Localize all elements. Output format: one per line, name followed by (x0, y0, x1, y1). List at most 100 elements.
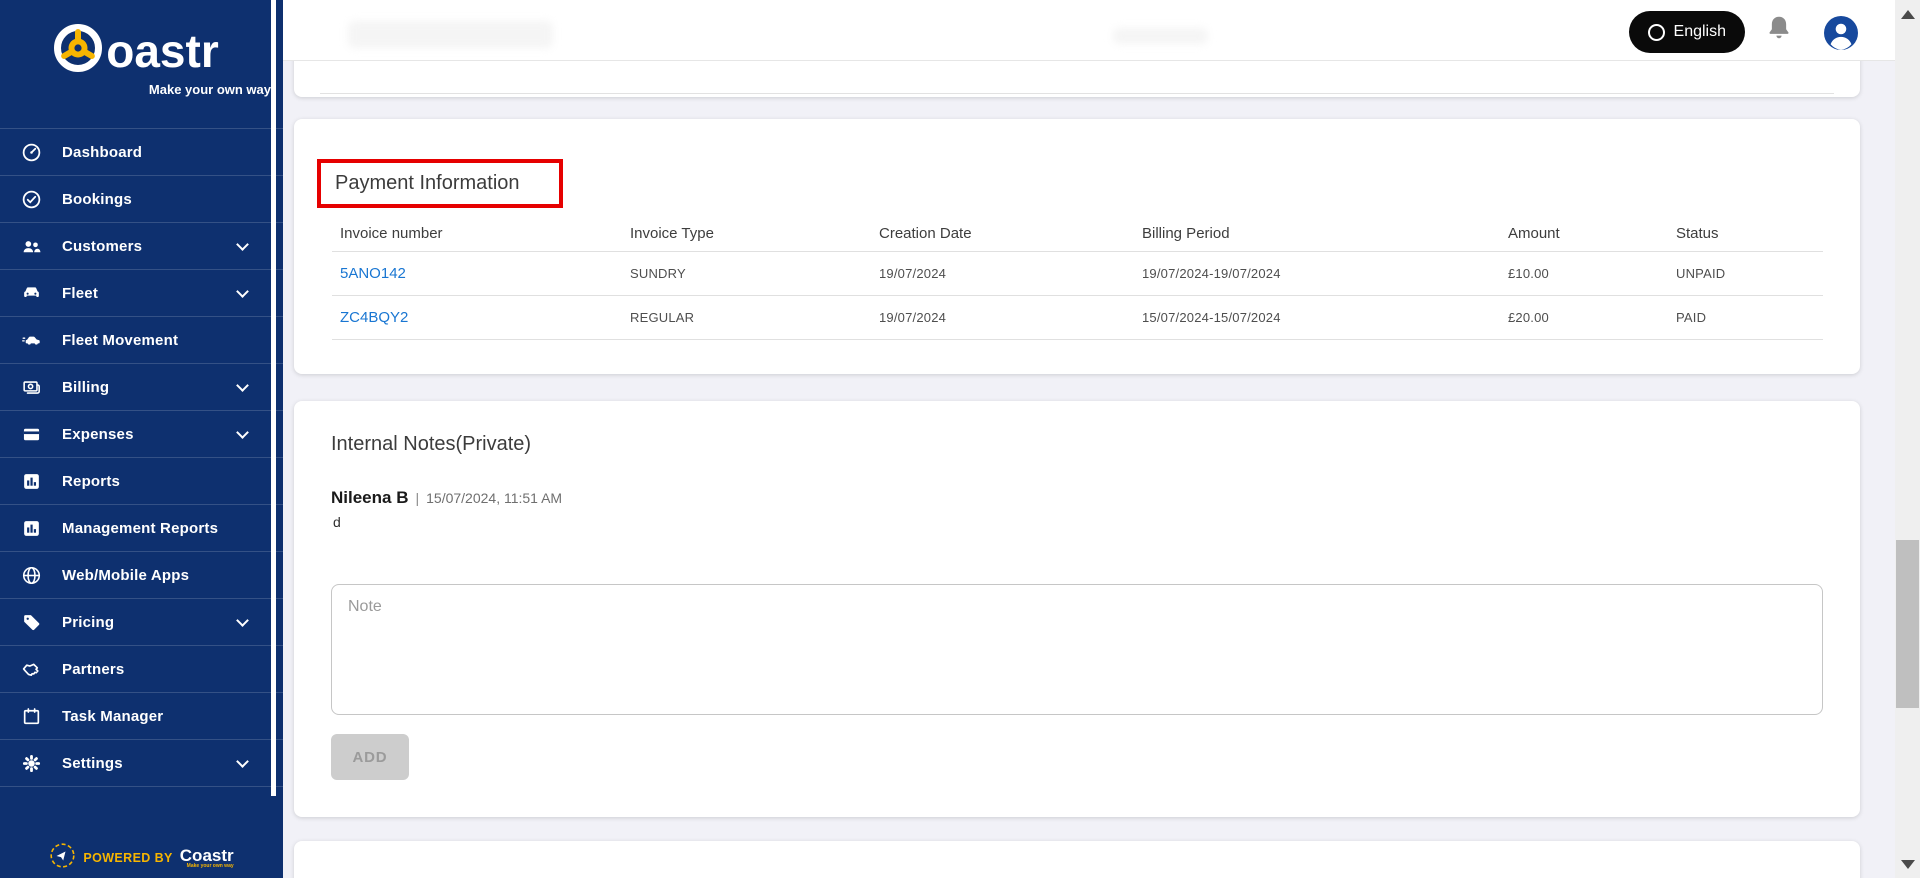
globe-sketch-icon (49, 842, 76, 874)
sidebar-item-label: Settings (62, 754, 123, 772)
internal-notes-title: Internal Notes(Private) (331, 433, 532, 455)
settings-icon (20, 752, 42, 774)
sidebar-item-label: Management Reports (62, 519, 219, 537)
chevron-down-icon (236, 613, 249, 627)
payment-table: Invoice number Invoice Type Creation Dat… (332, 215, 1823, 340)
expenses-icon (20, 423, 42, 445)
next-card-partial (294, 841, 1860, 878)
status-cell: UNPAID (1676, 266, 1726, 281)
invoice-number-link[interactable]: 5ANO142 (340, 265, 406, 282)
sidebar-item-pricing[interactable]: Pricing (0, 599, 283, 646)
sidebar-item-task-manager[interactable]: Task Manager (0, 693, 283, 740)
add-note-button[interactable]: ADD (331, 734, 409, 780)
sidebar-item-customers[interactable]: Customers (0, 223, 283, 270)
note-separator: | (415, 490, 420, 506)
topbar: English (283, 0, 1895, 61)
sidebar-item-settings[interactable]: Settings (0, 740, 283, 787)
sidebar-item-label: Pricing (62, 613, 115, 631)
payment-section-title: Payment Information (335, 172, 520, 194)
amount-cell: £10.00 (1508, 266, 1549, 281)
sidebar-item-reports[interactable]: Reports (0, 458, 283, 505)
payment-information-card: Payment Information Invoice number Invoi… (294, 119, 1860, 374)
brand-tagline: Make your own way (148, 82, 271, 97)
sidebar-item-label: Web/Mobile Apps (62, 566, 190, 584)
sidebar-item-fleet[interactable]: Fleet (0, 270, 283, 317)
brand-logo[interactable]: oastr Make your own way (0, 22, 271, 97)
note-entry: Nileena B | 15/07/2024, 11:51 AM (331, 488, 562, 508)
invoice-type-cell: SUNDRY (630, 266, 686, 281)
scroll-up-arrow-icon[interactable] (1901, 10, 1915, 19)
column-header-creation-date: Creation Date (879, 224, 972, 242)
pricing-icon (20, 611, 42, 633)
sidebar-item-bookings[interactable]: Bookings (0, 176, 283, 223)
column-header-status: Status (1676, 224, 1719, 242)
chevron-down-icon (236, 284, 249, 298)
sidebar-item-dashboard[interactable]: Dashboard (0, 129, 283, 176)
table-row: 5ANO142 SUNDRY 19/07/2024 19/07/2024-19/… (332, 252, 1823, 296)
billing-icon (20, 376, 42, 398)
notifications-bell-icon[interactable] (1764, 14, 1794, 46)
sidebar-item-label: Partners (62, 660, 125, 678)
fleet-icon (20, 282, 42, 304)
scrollbar-thumb[interactable] (1896, 540, 1919, 708)
sidebar-item-management-reports[interactable]: Management Reports (0, 505, 283, 552)
sidebar-item-web-mobile-apps[interactable]: Web/Mobile Apps (0, 552, 283, 599)
powered-by-label: POWERED BY (83, 851, 173, 865)
red-highlight-box: Payment Information (317, 159, 563, 208)
sidebar-item-label: Expenses (62, 425, 134, 443)
sidebar-item-label: Bookings (62, 190, 132, 208)
status-cell: PAID (1676, 310, 1707, 325)
sidebar-item-label: Task Manager (62, 707, 164, 725)
faded-text-placeholder (1113, 28, 1208, 44)
sidebar-item-label: Dashboard (62, 143, 143, 161)
note-timestamp: 15/07/2024, 11:51 AM (426, 490, 563, 506)
sidebar-item-billing[interactable]: Billing (0, 364, 283, 411)
sidebar-scrollbar[interactable] (271, 0, 276, 796)
column-header-billing-period: Billing Period (1142, 224, 1230, 242)
sidebar-item-fleet-movement[interactable]: Fleet Movement (0, 317, 283, 364)
faded-text-placeholder (348, 21, 553, 48)
powered-by-footer: POWERED BY Coastr Make your own way (0, 842, 283, 874)
reports-icon (20, 470, 42, 492)
user-avatar[interactable] (1824, 16, 1858, 50)
scroll-down-arrow-icon[interactable] (1901, 860, 1915, 869)
table-header-row: Invoice number Invoice Type Creation Dat… (332, 215, 1823, 252)
sidebar-item-label: Fleet (62, 284, 99, 302)
language-selector-button[interactable]: English (1628, 11, 1745, 53)
management-reports-icon (20, 517, 42, 539)
invoice-type-cell: REGULAR (630, 310, 695, 325)
task-manager-icon (20, 705, 42, 727)
note-author: Nileena B (331, 488, 409, 507)
sidebar-item-label: Customers (62, 237, 143, 255)
sidebar-item-label: Billing (62, 378, 110, 396)
amount-cell: £20.00 (1508, 310, 1549, 325)
billing-period-cell: 19/07/2024-19/07/2024 (1142, 266, 1281, 281)
billing-period-cell: 15/07/2024-15/07/2024 (1142, 310, 1281, 325)
chevron-down-icon (236, 754, 249, 768)
sidebar-menu: Dashboard Bookings Customers Fleet Fleet… (0, 128, 283, 787)
sidebar-item-label: Reports (62, 472, 121, 490)
sidebar-item-partners[interactable]: Partners (0, 646, 283, 693)
chevron-down-icon (236, 378, 249, 392)
steering-wheel-logo-icon (52, 22, 104, 79)
partially-scrolled-card (294, 61, 1860, 97)
creation-date-cell: 19/07/2024 (879, 266, 947, 281)
sidebar: oastr Make your own way Dashboard Bookin… (0, 0, 283, 878)
bookings-icon (20, 188, 42, 210)
chevron-down-icon (236, 425, 249, 439)
note-input[interactable] (331, 584, 1823, 715)
chevron-down-icon (236, 237, 249, 251)
table-row: ZC4BQY2 REGULAR 19/07/2024 15/07/2024-15… (332, 296, 1823, 340)
powered-by-tagline: Make your own way (186, 862, 234, 869)
web-mobile-apps-icon (20, 564, 42, 586)
page-scrollbar[interactable] (1895, 0, 1920, 878)
invoice-number-link[interactable]: ZC4BQY2 (340, 309, 408, 326)
internal-notes-card: Internal Notes(Private) Nileena B | 15/0… (294, 401, 1860, 817)
sidebar-item-expenses[interactable]: Expenses (0, 411, 283, 458)
brand-logo-text: oastr (106, 24, 219, 77)
note-text: d (333, 514, 341, 530)
creation-date-cell: 19/07/2024 (879, 310, 947, 325)
fleet-movement-icon (20, 329, 42, 351)
main-content: Payment Information Invoice number Invoi… (283, 61, 1895, 878)
partners-icon (20, 658, 42, 680)
